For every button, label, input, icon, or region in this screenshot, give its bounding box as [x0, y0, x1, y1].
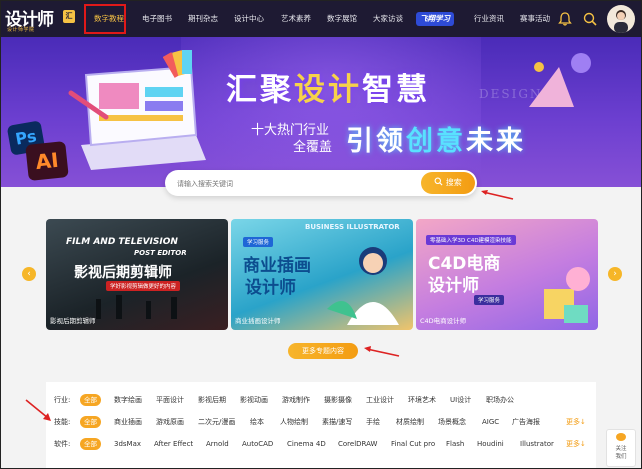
- filter-option[interactable]: UI设计: [450, 392, 471, 408]
- logo-tagline: 设计师学院: [7, 27, 35, 33]
- filter-option-all[interactable]: 全部: [80, 394, 101, 406]
- filter-option[interactable]: 游戏制作: [282, 392, 310, 408]
- bell-icon[interactable]: [557, 11, 573, 27]
- filter-option[interactable]: 人物绘制: [280, 414, 308, 430]
- filter-option[interactable]: 摄影摄像: [324, 392, 352, 408]
- search-button[interactable]: 搜索: [421, 172, 475, 194]
- filter-more-button[interactable]: 更多↓: [566, 414, 586, 430]
- hero-banner[interactable]: Ps AI 汇聚设计智慧 DESIGN 十大热门行业 全覆盖 引领创意未来: [1, 37, 641, 187]
- abstract-shapes-icon: [529, 53, 591, 107]
- hero-subtitle-2: 全覆盖: [293, 140, 333, 155]
- carousel-next-button[interactable]: ›: [608, 267, 622, 281]
- filter-option[interactable]: Cinema 4D: [287, 436, 326, 452]
- page: 设计师 汇 设计师学院 数字教程 电子图书 期刊杂志 设计中心 艺术素养 数字展…: [0, 0, 642, 469]
- filter-option[interactable]: 平面设计: [156, 392, 184, 408]
- card-title-film-editor: 影视后期剪辑师: [74, 265, 172, 281]
- filter-option[interactable]: 影视动画: [240, 392, 268, 408]
- carousel-prev-button[interactable]: ‹: [22, 267, 36, 281]
- filter-option[interactable]: 广告海报: [512, 414, 540, 430]
- 3d-objects-icon: [544, 267, 590, 323]
- filter-option[interactable]: AIGC: [482, 414, 499, 430]
- filter-panel: 行业: 全部 数字绘画 平面设计 影视后期 影视动画 游戏制作 摄影摄像 工业设…: [46, 382, 596, 468]
- hero-title: 汇聚设计智慧: [226, 72, 430, 108]
- filter-option[interactable]: Final Cut pro: [391, 436, 435, 452]
- filter-option[interactable]: 职场办公: [486, 392, 514, 408]
- wechat-icon: [616, 433, 626, 441]
- card-caption: C4D电商设计师: [420, 317, 467, 325]
- more-topics-button[interactable]: 更多专题内容: [288, 343, 358, 359]
- filter-option[interactable]: 3dsMax: [114, 436, 141, 452]
- filter-more-button[interactable]: 更多↓: [566, 436, 586, 452]
- logo-badge: 汇: [63, 10, 75, 23]
- filter-option[interactable]: 环境艺术: [408, 392, 436, 408]
- annotation-arrow-search-icon: [481, 190, 514, 200]
- nav-item-design-center[interactable]: 设计中心: [234, 1, 264, 37]
- color-swatch-icon: [163, 50, 192, 78]
- silhouette-figures-icon: [96, 295, 177, 319]
- filter-option[interactable]: Illustrator: [520, 436, 554, 452]
- card-title-c4d-b: 设计师: [428, 276, 479, 296]
- nav-item-digital-course[interactable]: 数字教程: [94, 1, 124, 37]
- annotation-arrow-more-icon: [364, 346, 400, 357]
- filter-option[interactable]: 二次元/漫画: [198, 414, 235, 430]
- card-title-illustrator-b: 设计师: [245, 278, 296, 298]
- filter-option-all[interactable]: 全部: [80, 438, 101, 450]
- filter-option[interactable]: 影视后期: [198, 392, 226, 408]
- annotation-arrow-filter-icon: [25, 399, 51, 421]
- filter-option[interactable]: 绘本: [250, 414, 264, 430]
- nav-item-ebooks[interactable]: 电子图书: [142, 1, 172, 37]
- card-caption: 商业插画设计师: [235, 317, 281, 325]
- filter-option[interactable]: 场景概念: [438, 414, 466, 430]
- filter-option[interactable]: CorelDRAW: [338, 436, 377, 452]
- illustration-figure-icon: [327, 247, 399, 325]
- filter-option[interactable]: 数字绘画: [114, 392, 142, 408]
- search-icon[interactable]: [582, 11, 598, 27]
- nav-item-digital-gallery[interactable]: 数字展馆: [327, 1, 357, 37]
- filter-option[interactable]: After Effect: [154, 436, 193, 452]
- illustrator-icon: AI: [25, 141, 69, 181]
- filter-option[interactable]: 商业插画: [114, 414, 142, 430]
- filter-option[interactable]: 工业设计: [366, 392, 394, 408]
- filter-option[interactable]: 材质绘制: [396, 414, 424, 430]
- search-button-icon: [434, 177, 443, 186]
- filter-option[interactable]: 游戏原画: [156, 414, 184, 430]
- nav-item-journals[interactable]: 期刊杂志: [188, 1, 218, 37]
- filter-option[interactable]: Arnold: [206, 436, 229, 452]
- search-bar: 搜索: [165, 170, 477, 198]
- course-card-film-editor[interactable]: FILM AND TELEVISION POST EDITOR 影视后期剪辑师 …: [46, 219, 228, 330]
- avatar-figure-icon: [614, 10, 628, 33]
- filter-option[interactable]: Flash: [446, 436, 464, 452]
- course-card-illustrator[interactable]: 学习服务 BUSINESS ILLUSTRATOR 商业插画 设计师 商业插画设…: [231, 219, 413, 330]
- nav-item-feixiang-learning[interactable]: 飞翔学习: [416, 12, 454, 26]
- user-avatar[interactable]: [607, 5, 635, 33]
- monitor-illustration-icon: [68, 65, 206, 170]
- follow-us-widget[interactable]: 关注 我们: [606, 429, 636, 467]
- filter-option[interactable]: Houdini: [477, 436, 504, 452]
- nav-item-industry-news[interactable]: 行业资讯: [474, 1, 504, 37]
- search-input[interactable]: [175, 170, 409, 198]
- course-card-c4d[interactable]: 零基础入学3D C4D建模渲染技能 C4D电商 设计师 学习服务 C4D电商设计…: [416, 219, 598, 330]
- nav-item-interviews[interactable]: 大家访谈: [373, 1, 403, 37]
- hero-slogan: 引领创意未来: [346, 126, 526, 157]
- filter-option[interactable]: AutoCAD: [242, 436, 273, 452]
- filter-option-all[interactable]: 全部: [80, 416, 101, 428]
- site-logo[interactable]: 设计师 汇 设计师学院: [5, 5, 77, 33]
- card-caption: 影视后期剪辑师: [50, 317, 96, 325]
- filter-option[interactable]: 手绘: [366, 414, 380, 430]
- top-nav: 设计师 汇 设计师学院 数字教程 电子图书 期刊杂志 设计中心 艺术素养 数字展…: [1, 1, 641, 37]
- nav-item-art-literacy[interactable]: 艺术素养: [281, 1, 311, 37]
- filter-option[interactable]: 素描/速写: [322, 414, 352, 430]
- nav-item-events[interactable]: 赛事活动: [520, 1, 550, 37]
